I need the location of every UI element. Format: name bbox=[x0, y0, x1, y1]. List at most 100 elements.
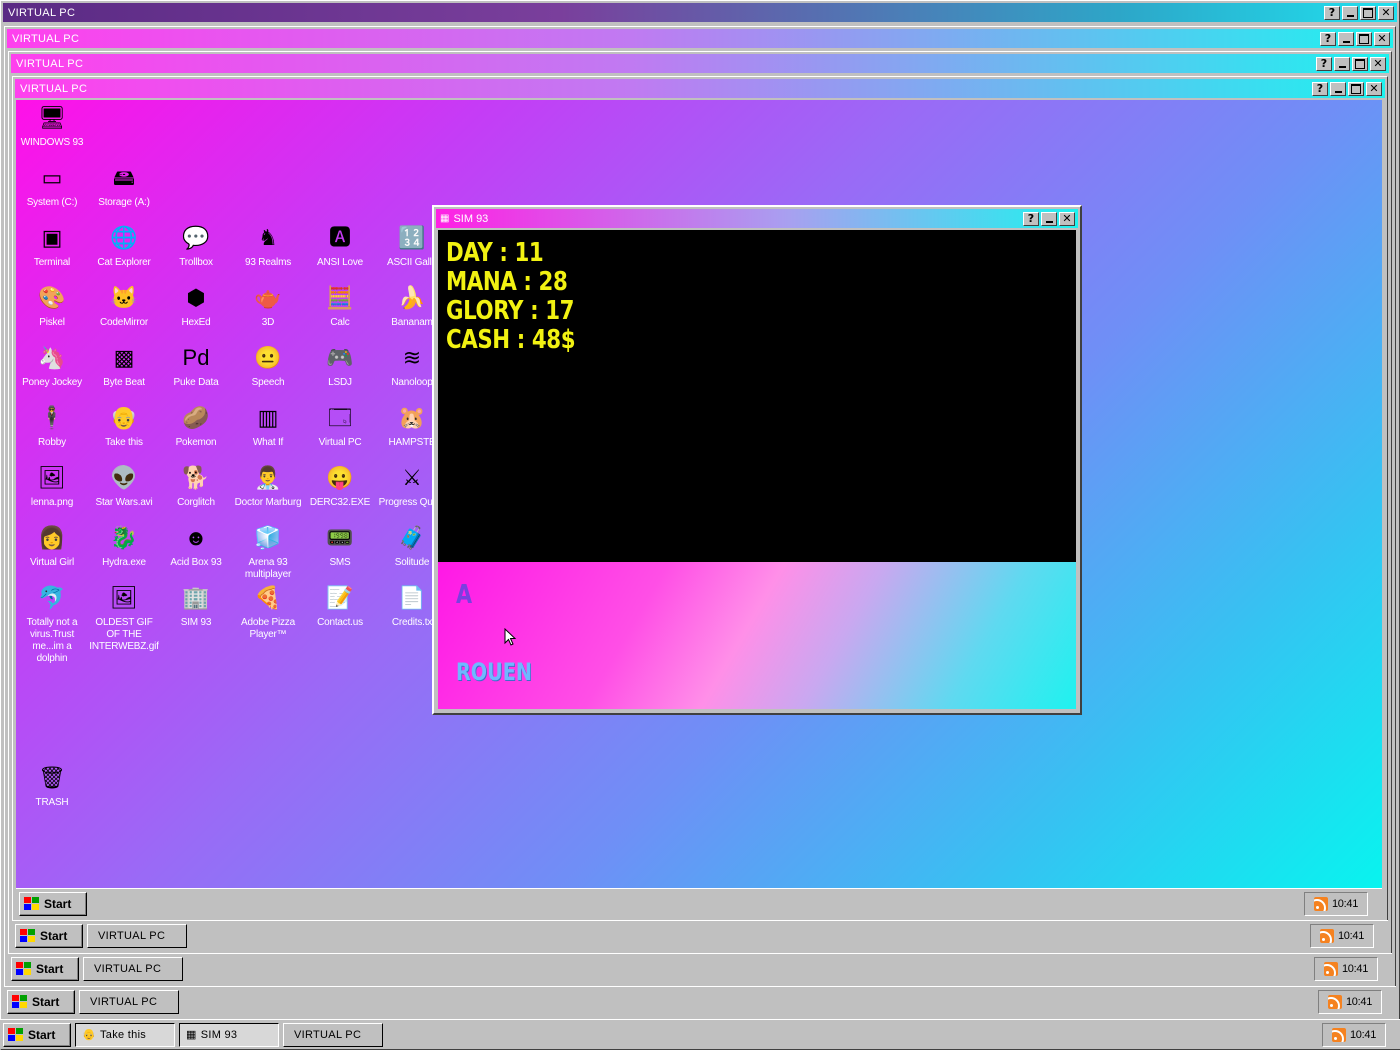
taskbar: Start VIRTUAL PC 10:41 bbox=[8, 953, 1392, 983]
desktop-icon-bytebeat[interactable]: ▩ Byte Beat bbox=[88, 342, 160, 389]
desktop-icon-label: Arena 93 multiplayer bbox=[244, 557, 292, 580]
desktop-icon-sim93[interactable]: 🏢 SIM 93 bbox=[160, 582, 232, 629]
help-button[interactable]: ? bbox=[1324, 5, 1340, 20]
minimize-button[interactable] bbox=[1338, 31, 1354, 46]
desktop-icon-codemirror[interactable]: 🐱 CodeMirror bbox=[88, 282, 160, 329]
desktop-icon-trash[interactable]: 🗑 TRASH bbox=[16, 762, 88, 809]
desktop-icon-knight[interactable]: ♞ 93 Realms bbox=[232, 222, 304, 269]
taskbar-item[interactable]: VIRTUAL PC bbox=[283, 1022, 383, 1047]
start-button[interactable]: Start bbox=[15, 923, 83, 948]
desktop-icon-smiley[interactable]: ☻ Acid Box 93 bbox=[160, 522, 232, 569]
desktop-icon-text-editor[interactable]: 🅰 ANSI Love bbox=[304, 222, 376, 269]
desktop-icon-pony[interactable]: 🦄 Poney Jockey bbox=[16, 342, 88, 389]
rss-icon[interactable] bbox=[1331, 1027, 1346, 1042]
rss-icon[interactable] bbox=[1327, 994, 1342, 1009]
desktop-icon-dolphin[interactable]: 🐬 Totally not a virus.Trust me...im a dol… bbox=[16, 582, 88, 665]
desktop-icon-computer[interactable]: 🖥 WINDOWS 93 bbox=[16, 102, 88, 149]
desktop-icon-label: LSDJ bbox=[328, 377, 352, 388]
sim93-game-screen[interactable]: DAY : 11 MANA : 28 GLORY : 17 CASH : 48$ bbox=[438, 230, 1076, 562]
sim93-city-panel[interactable]: A ROUEN bbox=[438, 562, 1076, 709]
face-screen-icon: 😛 bbox=[326, 465, 354, 490]
windows-logo-icon bbox=[20, 928, 36, 943]
window-titlebar[interactable]: VIRTUAL PC ? ✕ bbox=[11, 54, 1389, 73]
desktop-icon-label: Take this bbox=[105, 437, 143, 448]
desktop-icon-teapot[interactable]: 🫖 3D bbox=[232, 282, 304, 329]
minimize-button[interactable] bbox=[1334, 56, 1350, 71]
text-file-icon: 📄 bbox=[398, 585, 426, 610]
numbers-icon: 🔢 bbox=[398, 225, 426, 250]
desktop-icon-face-screen[interactable]: 😛 DERC32.EXE bbox=[304, 462, 376, 509]
desktop-icon-drive[interactable]: ▭ System (C:) bbox=[16, 162, 88, 209]
desktop-icon-label: SIM 93 bbox=[180, 617, 212, 628]
desktop-icon-yoda[interactable]: 👽 Star Wars.avi bbox=[88, 462, 160, 509]
sim93-titlebar[interactable]: ▦ SIM 93 ? ✕ bbox=[436, 209, 1078, 228]
window-titlebar[interactable]: VIRTUAL PC ? ✕ bbox=[7, 29, 1393, 48]
desktop-icon-contact[interactable]: 📝 Contact.us bbox=[304, 582, 376, 629]
help-button[interactable]: ? bbox=[1316, 56, 1332, 71]
taskbar-item[interactable]: ▦ SIM 93 bbox=[179, 1022, 279, 1047]
start-button[interactable]: Start bbox=[11, 956, 79, 981]
desktop-icon-cube3d[interactable]: 🧊 Arena 93 multiplayer bbox=[232, 522, 304, 581]
help-button[interactable]: ? bbox=[1320, 31, 1336, 46]
desktop-icon-globe[interactable]: 🌐 Cat Explorer bbox=[88, 222, 160, 269]
desktop-icon-pd[interactable]: Pd Puke Data bbox=[160, 342, 232, 389]
maximize-button[interactable] bbox=[1348, 81, 1364, 96]
windows-logo-icon bbox=[16, 961, 32, 976]
start-button[interactable]: Start bbox=[7, 989, 75, 1014]
drive-icon: ▭ bbox=[41, 165, 63, 190]
desktop-icon-cube[interactable]: ⬢ HexEd bbox=[160, 282, 232, 329]
minimize-button[interactable] bbox=[1330, 81, 1346, 96]
desktop-icon-barcode[interactable]: ▥ What If bbox=[232, 402, 304, 449]
desktop-icon-palette[interactable]: 🎨 Piskel bbox=[16, 282, 88, 329]
desktop-icon-image-file[interactable]: 🖼 lenna.png bbox=[16, 462, 88, 509]
taskbar-item[interactable]: VIRTUAL PC bbox=[87, 923, 187, 948]
desktop-icon-label: Adobe Pizza Player™ bbox=[241, 617, 295, 640]
taskbar-item[interactable]: VIRTUAL PC bbox=[79, 989, 179, 1014]
close-button[interactable]: ✕ bbox=[1366, 81, 1382, 96]
close-button[interactable]: ✕ bbox=[1370, 56, 1386, 71]
desktop-icon-face[interactable]: 😐 Speech bbox=[232, 342, 304, 389]
window-titlebar[interactable]: VIRTUAL PC ? ✕ bbox=[15, 79, 1385, 98]
desktop-icon-doctor[interactable]: 👨‍⚕ Doctor Marburg bbox=[232, 462, 304, 509]
taskbar-item[interactable]: VIRTUAL PC bbox=[83, 956, 183, 981]
maximize-button[interactable] bbox=[1356, 31, 1372, 46]
desktop-icon-pizza[interactable]: 🍕 Adobe Pizza Player™ bbox=[232, 582, 304, 641]
desktop-icon-oldman[interactable]: 👴 Take this bbox=[88, 402, 160, 449]
window-titlebar[interactable]: VIRTUAL PC ? ✕ bbox=[3, 3, 1397, 22]
taskbar-item-label: VIRTUAL PC bbox=[294, 1028, 362, 1041]
rss-icon[interactable] bbox=[1319, 928, 1334, 943]
desktop-icon-label: OLDEST GIF OF THE INTERWEBZ.gif bbox=[89, 617, 159, 652]
desktop-icon-chat[interactable]: 💬 Trollbox bbox=[160, 222, 232, 269]
close-button[interactable]: ✕ bbox=[1374, 31, 1390, 46]
close-button[interactable]: ✕ bbox=[1059, 211, 1075, 226]
desktop-icon-corgi[interactable]: 🐕 Corglitch bbox=[160, 462, 232, 509]
maximize-button[interactable] bbox=[1360, 5, 1376, 20]
help-button[interactable]: ? bbox=[1023, 211, 1039, 226]
desktop-icon-virtual-pc[interactable]: 🗔 Virtual PC bbox=[304, 402, 376, 449]
rss-icon[interactable] bbox=[1313, 896, 1328, 911]
desktop-icon-gameboy[interactable]: 🎮 LSDJ bbox=[304, 342, 376, 389]
desktop-icon-phone[interactable]: 📟 SMS bbox=[304, 522, 376, 569]
start-button[interactable]: Start bbox=[3, 1022, 71, 1047]
desktop-icon-terminal[interactable]: ▣ Terminal bbox=[16, 222, 88, 269]
minimize-button[interactable] bbox=[1041, 211, 1057, 226]
taskbar-item[interactable]: 👴 Take this bbox=[75, 1022, 175, 1047]
face-icon: 😐 bbox=[254, 345, 282, 370]
start-label: Start bbox=[40, 928, 68, 943]
desktop-icon-gif-file[interactable]: 🖼 OLDEST GIF OF THE INTERWEBZ.gif bbox=[88, 582, 160, 653]
desktop-icon-hydra[interactable]: 🐉 Hydra.exe bbox=[88, 522, 160, 569]
desktop-icon-stickman[interactable]: 🕴 Robby bbox=[16, 402, 88, 449]
desktop-icon-floppy-drive[interactable]: 🖴 Storage (A:) bbox=[88, 162, 160, 209]
globe-icon: 🌐 bbox=[110, 225, 138, 250]
desktop-icon-label: Hydra.exe bbox=[102, 557, 146, 568]
desktop-icon-girl[interactable]: 👩 Virtual Girl bbox=[16, 522, 88, 569]
close-button[interactable]: ✕ bbox=[1378, 5, 1394, 20]
stickman-icon: 🕴 bbox=[38, 405, 66, 430]
rss-icon[interactable] bbox=[1323, 961, 1338, 976]
help-button[interactable]: ? bbox=[1312, 81, 1328, 96]
minimize-button[interactable] bbox=[1342, 5, 1358, 20]
desktop-icon-pokeball[interactable]: 🥔 Pokemon bbox=[160, 402, 232, 449]
maximize-button[interactable] bbox=[1352, 56, 1368, 71]
desktop-icon-calculator[interactable]: 🧮 Calc bbox=[304, 282, 376, 329]
start-button[interactable]: Start bbox=[19, 891, 87, 916]
